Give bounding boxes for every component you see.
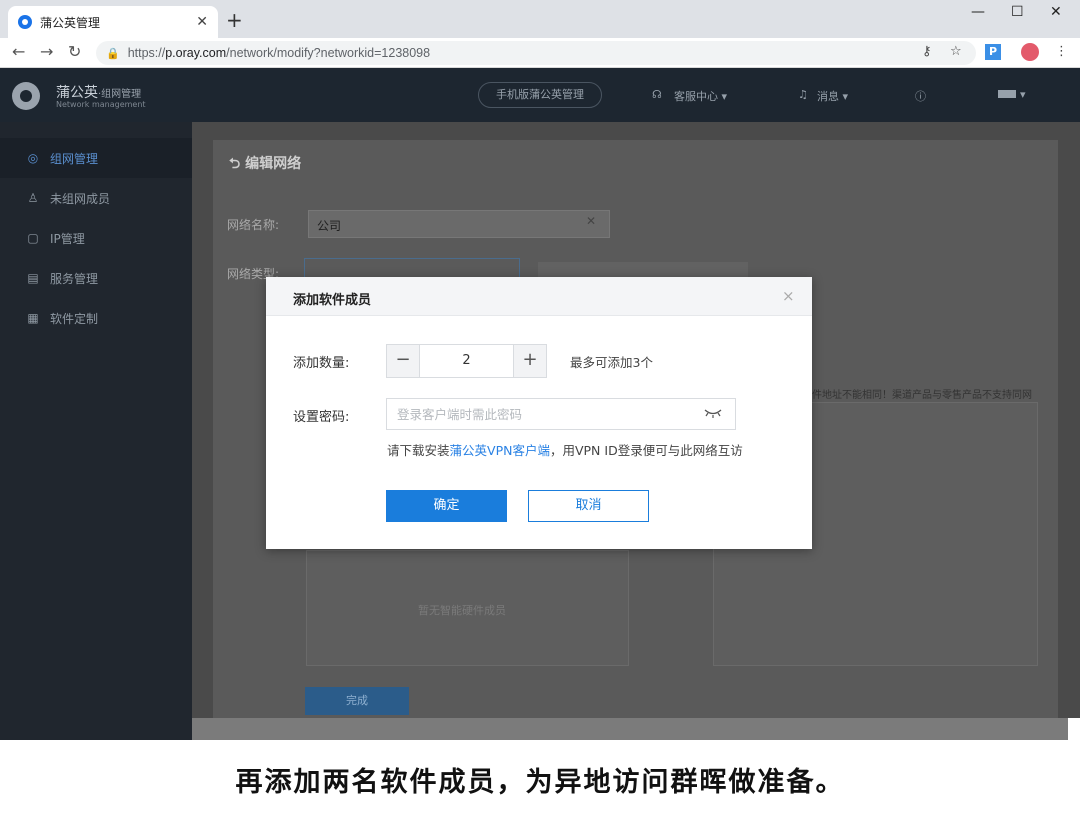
lock-icon: 🔒 bbox=[106, 46, 120, 60]
logo-subtitle: Network management bbox=[56, 100, 146, 109]
clear-icon[interactable]: ✕ bbox=[586, 214, 596, 228]
done-button[interactable]: 完成 bbox=[305, 687, 409, 715]
close-window-icon[interactable]: ✕ bbox=[1050, 4, 1062, 20]
user-avatar[interactable] bbox=[998, 90, 1016, 98]
sidebar-item-label: 组网管理 bbox=[50, 151, 99, 166]
browser-toolbar: ← → ↻ 🔒 https://p.oray.com/network/modif… bbox=[0, 38, 1080, 68]
sidebar-item-label: 软件定制 bbox=[50, 311, 99, 326]
sidebar-item-members[interactable]: ♙ 未组网成员 bbox=[0, 178, 192, 218]
favicon-icon bbox=[18, 15, 32, 29]
user-menu[interactable]: ▾ bbox=[1020, 88, 1026, 101]
logo-icon bbox=[12, 82, 40, 110]
dialog-header: 添加软件成员 × bbox=[266, 277, 812, 316]
sidebar: ◎ 组网管理 ♙ 未组网成员 ▢ IP管理 ▤ 服务管理 ▦ 软件定制 bbox=[0, 122, 192, 740]
bottom-scrollbar[interactable] bbox=[192, 718, 1068, 740]
tab-close-icon[interactable]: ✕ bbox=[196, 14, 208, 30]
max-hint: 最多可添加3个 bbox=[570, 355, 653, 370]
star-icon[interactable]: ☆ bbox=[950, 44, 962, 59]
service-center-menu[interactable]: 客服中心 ▾ bbox=[674, 88, 727, 104]
logo-text: 蒲公英·组网管理 bbox=[56, 85, 142, 101]
sidebar-item-label: 未组网成员 bbox=[50, 191, 111, 206]
add-member-dialog: 添加软件成员 × 添加数量: − 2 + 最多可添加3个 设置密码: 请下载安装… bbox=[266, 277, 812, 549]
forward-icon[interactable]: → bbox=[40, 42, 53, 61]
page-title[interactable]: ⮌ 编辑网络 bbox=[229, 153, 301, 177]
sidebar-item-label: IP管理 bbox=[50, 231, 85, 246]
caption-text: 再添加两名软件成员，为异地访问群晖做准备。 bbox=[235, 767, 845, 798]
quantity-value[interactable]: 2 bbox=[419, 345, 514, 377]
reload-icon[interactable]: ↻ bbox=[68, 42, 81, 61]
menu-kebab-icon[interactable]: ⋮ bbox=[1055, 44, 1068, 59]
help-text: 请下载安装蒲公英VPN客户端，用VPN ID登录便可与此网络互访 bbox=[387, 443, 743, 458]
confirm-button[interactable]: 确定 bbox=[386, 490, 507, 522]
tab-title: 蒲公英管理 bbox=[40, 15, 101, 30]
network-icon: ◎ bbox=[27, 151, 39, 165]
key-icon[interactable]: ⚷ bbox=[922, 44, 932, 59]
quantity-stepper[interactable]: − 2 + bbox=[386, 344, 547, 378]
address-bar[interactable]: 🔒 https://p.oray.com/network/modify?netw… bbox=[96, 41, 976, 65]
network-type-option-2[interactable] bbox=[538, 262, 748, 278]
mobile-version-button[interactable]: 手机版蒲公英管理 bbox=[478, 82, 602, 108]
password-label: 设置密码: bbox=[293, 410, 350, 425]
browser-tab[interactable]: 蒲公英管理 ✕ bbox=[8, 6, 218, 38]
extension-icon[interactable]: P bbox=[985, 44, 1001, 60]
quantity-label: 添加数量: bbox=[293, 356, 350, 371]
sidebar-item-custom[interactable]: ▦ 软件定制 bbox=[0, 298, 192, 338]
grid-icon: ▦ bbox=[27, 311, 39, 325]
panel-note: 件地址不能相同！渠道产品与零售产品不支持同网 bbox=[812, 390, 1032, 401]
network-name-label: 网络名称: bbox=[227, 218, 280, 232]
minimize-icon[interactable]: — bbox=[971, 4, 985, 20]
messages-menu[interactable]: 消息 ▾ bbox=[817, 88, 848, 104]
increment-button[interactable]: + bbox=[514, 345, 546, 377]
cancel-button[interactable]: 取消 bbox=[528, 490, 649, 522]
eye-closed-icon[interactable] bbox=[704, 408, 722, 418]
empty-members-text: 暂无智能硬件成员 bbox=[418, 604, 506, 617]
password-input[interactable] bbox=[386, 398, 736, 430]
back-icon[interactable]: ← bbox=[12, 42, 25, 61]
sidebar-item-ip[interactable]: ▢ IP管理 bbox=[0, 218, 192, 258]
sidebar-item-service[interactable]: ▤ 服务管理 bbox=[0, 258, 192, 298]
sidebar-item-label: 服务管理 bbox=[50, 271, 99, 286]
maximize-icon[interactable]: ☐ bbox=[1011, 4, 1024, 20]
ip-icon: ▢ bbox=[27, 231, 39, 245]
service-icon: ▤ bbox=[27, 271, 39, 285]
user-icon: ♙ bbox=[27, 191, 39, 205]
url-text: https://p.oray.com/network/modify?networ… bbox=[127, 46, 431, 60]
dialog-title: 添加软件成员 bbox=[293, 293, 372, 308]
back-arrow-icon[interactable]: ⮌ bbox=[229, 156, 245, 172]
help-icon[interactable]: ⓘ bbox=[915, 88, 926, 104]
headset-icon: ☊ bbox=[652, 88, 662, 101]
bell-icon: ♫ bbox=[798, 88, 808, 101]
decrement-button[interactable]: − bbox=[387, 345, 419, 377]
screenshot-frame: 蒲公英管理 ✕ + — ☐ ✕ ← → ↻ 🔒 https://p.oray.c… bbox=[0, 0, 1080, 825]
sidebar-item-network[interactable]: ◎ 组网管理 bbox=[0, 138, 192, 178]
network-name-input[interactable]: 公司 bbox=[308, 210, 610, 238]
profile-avatar[interactable] bbox=[1021, 43, 1039, 61]
new-tab-button[interactable]: + bbox=[226, 8, 243, 32]
download-client-link[interactable]: 蒲公英VPN客户端 bbox=[450, 443, 550, 458]
close-icon[interactable]: × bbox=[782, 287, 795, 305]
